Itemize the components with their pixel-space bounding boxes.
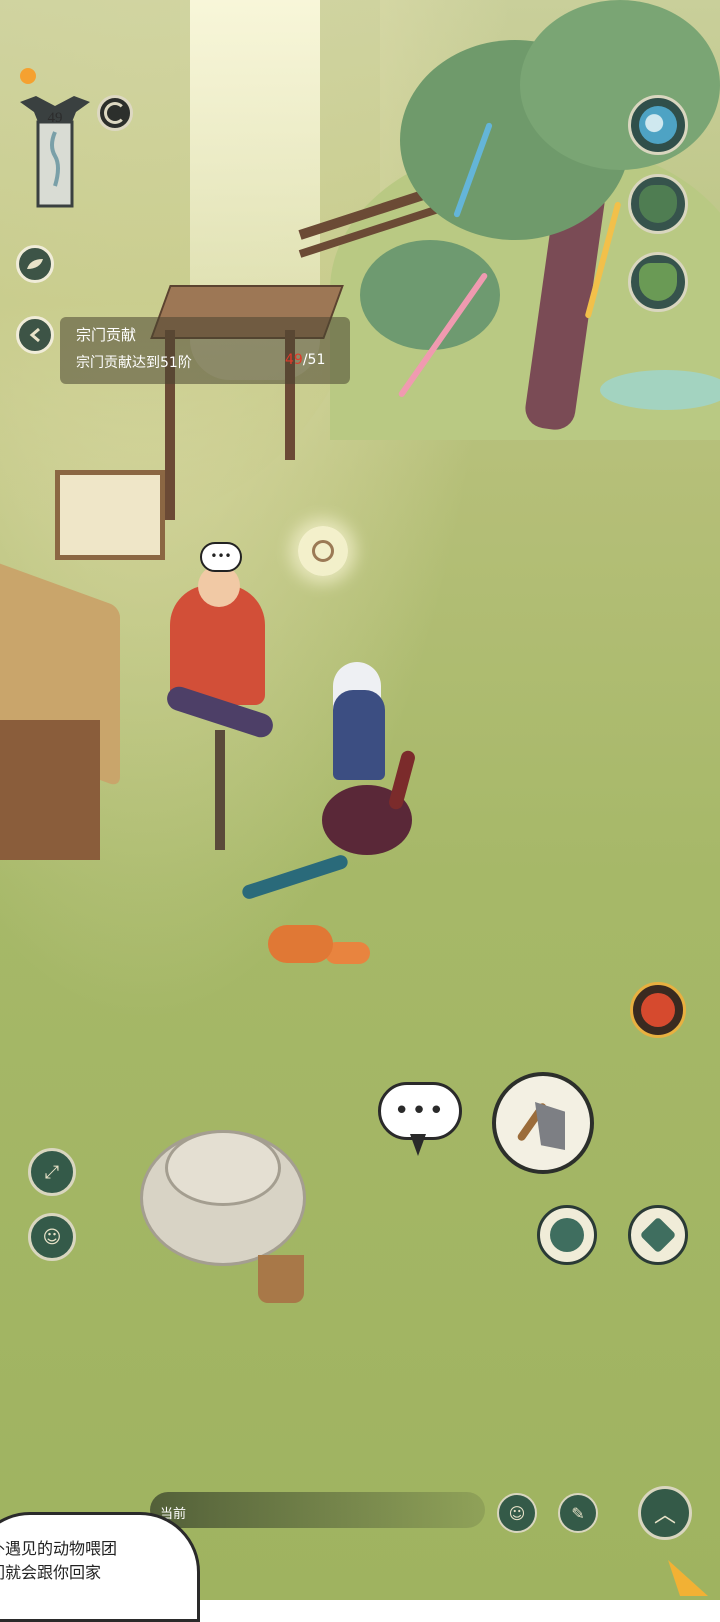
emote-icon: ☺ xyxy=(508,1503,526,1523)
wave-icon xyxy=(639,106,677,144)
npc-speech-bubble[interactable]: ••• xyxy=(200,542,242,572)
tip-line-2: 它们就会跟你回家 xyxy=(0,1565,102,1582)
wave-button[interactable] xyxy=(628,95,688,155)
quest-progress-current: 49 xyxy=(285,352,303,368)
game-scene[interactable]: ••• xyxy=(0,0,720,1600)
bag-button[interactable] xyxy=(628,174,688,234)
chat-channel-bar[interactable] xyxy=(150,1492,485,1528)
chat-icon: ••• xyxy=(393,1096,446,1126)
pet-button[interactable] xyxy=(630,982,686,1038)
quest-progress-total: /51 xyxy=(302,352,326,368)
tip-bubble: 野外遇见的动物喂团 它们就会跟你回家 xyxy=(0,1512,200,1622)
phoenix-tail xyxy=(240,853,350,901)
bag-icon xyxy=(639,185,677,223)
telescope-stand xyxy=(215,730,225,850)
character-icon: ☺ xyxy=(42,1226,62,1248)
expand-icon: ⤢ xyxy=(44,1161,60,1183)
marker-icon xyxy=(312,540,334,562)
hut xyxy=(0,720,100,860)
up-chevron-icon: ︿ xyxy=(653,1503,676,1528)
leaf-icon xyxy=(27,259,43,269)
fox-pet[interactable] xyxy=(268,925,333,963)
player-character[interactable] xyxy=(333,690,385,780)
tip-line-1: 野外遇见的动物喂团 xyxy=(0,1541,118,1558)
quest-progress: 49/51 xyxy=(285,352,325,368)
back-arrow-icon xyxy=(29,327,40,343)
diamond-skill-icon xyxy=(639,1216,677,1254)
notice-board[interactable] xyxy=(55,470,165,560)
ox-button[interactable] xyxy=(628,252,688,312)
write-icon: ✎ xyxy=(571,1503,585,1523)
energy-orb-icon xyxy=(20,68,36,84)
pet-face-icon xyxy=(641,993,675,1027)
cloud-skill-button[interactable] xyxy=(537,1205,597,1265)
chat-button[interactable]: ••• xyxy=(378,1082,462,1140)
expand-menu-button[interactable]: ︿ xyxy=(638,1486,692,1540)
expand-button[interactable]: ⤢ xyxy=(28,1148,76,1196)
character-button[interactable]: ☺ xyxy=(28,1213,76,1261)
quest-collapse-button[interactable] xyxy=(16,316,54,354)
write-button[interactable]: ✎ xyxy=(558,1493,598,1533)
player-level: 49 xyxy=(47,110,63,126)
diamond-skill-button[interactable] xyxy=(628,1205,688,1265)
ox-head-icon xyxy=(639,263,677,301)
leaf-button[interactable] xyxy=(16,245,54,283)
cloud-skill-icon xyxy=(550,1218,584,1252)
tree-canopy xyxy=(360,240,500,350)
millstone-top xyxy=(165,1130,281,1206)
quest-title: 宗门贡献 xyxy=(76,326,137,344)
emote-button[interactable]: ☺ xyxy=(497,1493,537,1533)
swirl-icon[interactable] xyxy=(97,95,133,131)
wooden-bucket xyxy=(258,1255,304,1303)
stream xyxy=(600,370,720,410)
tree-canopy xyxy=(520,0,720,170)
quest-description: 宗门贡献达到51阶 xyxy=(76,355,192,371)
chat-bubble-tail xyxy=(410,1134,426,1156)
phoenix-neck xyxy=(387,749,417,811)
